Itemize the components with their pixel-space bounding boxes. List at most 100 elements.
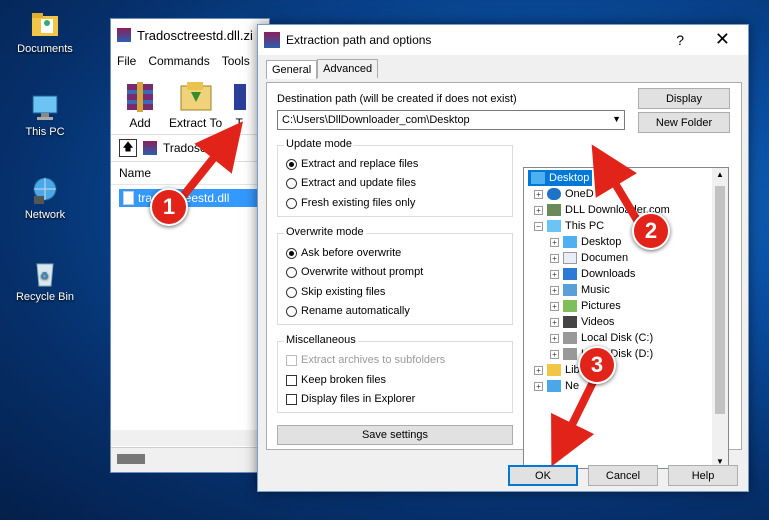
file-row[interactable]: tradosctreestd.dll xyxy=(119,189,263,207)
radio-extract-update[interactable]: Extract and update files xyxy=(286,177,416,189)
radio-fresh-existing[interactable]: Fresh existing files only xyxy=(286,197,415,209)
desktop-icon-documents[interactable]: Documents xyxy=(10,10,80,55)
overwrite-mode-group: Overwrite mode Ask before overwrite Over… xyxy=(277,226,513,325)
destination-label: Destination path (will be created if doe… xyxy=(277,93,517,105)
tree-node-videos[interactable]: + Videos xyxy=(550,314,614,330)
winrar-toolbar: Add Extract To T xyxy=(111,71,269,135)
menu-commands[interactable]: Commands xyxy=(142,54,215,68)
tree-node-label: Ne xyxy=(565,380,580,392)
expand-icon[interactable]: + xyxy=(550,253,559,263)
cancel-button[interactable]: Cancel xyxy=(588,465,658,486)
step-1-badge: 1 xyxy=(150,188,188,226)
expand-icon[interactable]: + xyxy=(550,349,559,359)
tab-general[interactable]: General xyxy=(266,60,318,79)
checkbox[interactable] xyxy=(286,374,297,386)
new-folder-button[interactable]: New Folder xyxy=(638,112,730,133)
checkbox[interactable] xyxy=(286,393,297,405)
misc-title: Miscellaneous xyxy=(284,334,358,346)
desktop-icon-this-pc[interactable]: This PC xyxy=(10,93,80,138)
tree-vertical-scrollbar[interactable]: ▲ ▼ xyxy=(712,168,728,468)
expand-icon[interactable]: + xyxy=(550,237,559,247)
check-display-explorer[interactable]: Display files in Explorer xyxy=(286,393,415,405)
display-button[interactable]: Display xyxy=(638,88,730,109)
winrar-title: Tradosctreestd.dll.zi xyxy=(137,27,253,43)
desktop-icon-network[interactable]: Network xyxy=(10,176,80,221)
option-label: Extract and replace files xyxy=(301,158,419,170)
option-label: Extract archives to subfolders xyxy=(301,354,446,366)
radio-extract-replace[interactable]: Extract and replace files xyxy=(286,158,418,170)
expand-icon[interactable]: + xyxy=(534,189,543,199)
tree-node-this-pc[interactable]: − This PC xyxy=(534,218,604,234)
overwrite-mode-title: Overwrite mode xyxy=(284,226,366,238)
radio-button[interactable] xyxy=(286,177,297,189)
save-settings-button[interactable]: Save settings xyxy=(277,425,513,445)
up-folder-icon[interactable]: 🡅 xyxy=(119,139,137,157)
tree-node-local-disk-c[interactable]: + Local Disk (C:) xyxy=(550,330,653,346)
radio-button[interactable] xyxy=(286,286,297,298)
radio-button[interactable] xyxy=(286,266,297,278)
tree-node-pc-desktop[interactable]: + Desktop xyxy=(550,234,621,250)
scroll-up-icon[interactable]: ▲ xyxy=(716,170,724,179)
radio-skip-existing[interactable]: Skip existing files xyxy=(286,286,385,298)
desktop-icon-recycle-bin[interactable]: ♻ Recycle Bin xyxy=(10,258,80,303)
extract-to-icon xyxy=(177,78,215,114)
tree-node-label: Local Disk (C:) xyxy=(581,332,654,344)
expand-icon[interactable]: + xyxy=(550,301,559,311)
libraries-icon xyxy=(547,364,561,376)
expand-icon[interactable]: + xyxy=(550,333,559,343)
tree-node-network[interactable]: + Ne xyxy=(534,378,579,394)
desktop-folder-icon xyxy=(563,236,577,248)
pictures-icon xyxy=(563,300,577,312)
expand-icon[interactable]: + xyxy=(550,317,559,327)
tree-node-label: Music xyxy=(581,284,610,296)
horizontal-scrollbar[interactable] xyxy=(111,430,269,446)
menu-file[interactable]: File xyxy=(111,54,142,68)
tree-node-documents[interactable]: + Documen xyxy=(550,250,628,266)
desktop-icon-label: Recycle Bin xyxy=(15,291,75,303)
radio-ask-before[interactable]: Ask before overwrite xyxy=(286,247,401,259)
film-icon xyxy=(563,316,577,328)
column-header-name[interactable]: Name xyxy=(111,162,269,185)
option-label: Overwrite without prompt xyxy=(301,266,424,278)
expand-icon[interactable]: + xyxy=(534,205,543,215)
chevron-down-icon[interactable]: ▼ xyxy=(612,114,621,124)
step-3-badge: 3 xyxy=(578,346,616,384)
radio-button[interactable] xyxy=(286,247,297,259)
close-icon[interactable]: ✕ xyxy=(715,29,730,50)
check-keep-broken[interactable]: Keep broken files xyxy=(286,374,386,386)
scroll-thumb[interactable] xyxy=(715,186,725,414)
menu-tools[interactable]: Tools xyxy=(216,54,256,68)
option-label: Extract and update files xyxy=(301,177,416,189)
radio-button[interactable] xyxy=(286,305,297,317)
test-button[interactable]: T xyxy=(232,78,247,130)
expand-icon[interactable]: + xyxy=(534,365,543,375)
radio-rename-auto[interactable]: Rename automatically xyxy=(286,305,410,317)
tree-node-onedrive[interactable]: + OneD xyxy=(534,186,594,202)
folder-tree[interactable]: Desktop + OneD + DLL Downloader.com − This … xyxy=(523,167,729,469)
ok-button[interactable]: OK xyxy=(508,465,578,486)
collapse-icon[interactable]: − xyxy=(534,221,543,231)
extract-to-button[interactable]: Extract To xyxy=(169,78,222,130)
extract-to-label: Extract To xyxy=(169,116,223,130)
tree-node-music[interactable]: + Music xyxy=(550,282,610,298)
tree-node-desktop[interactable]: Desktop xyxy=(528,170,593,186)
tree-node-downloads[interactable]: + Downloads xyxy=(550,266,635,282)
radio-overwrite-no-prompt[interactable]: Overwrite without prompt xyxy=(286,266,423,278)
destination-path-combo[interactable]: C:\Users\DllDownloader_com\Desktop ▼ xyxy=(277,110,625,130)
radio-button[interactable] xyxy=(286,158,297,170)
extraction-dialog: Extraction path and options ? ✕ General … xyxy=(257,24,749,492)
address-text[interactable]: Tradosctr xyxy=(163,141,213,155)
help-icon[interactable]: ? xyxy=(676,32,684,48)
tree-node-pictures[interactable]: + Pictures xyxy=(550,298,621,314)
help-button[interactable]: Help xyxy=(668,465,738,486)
recycle-bin-icon: ♻ xyxy=(28,258,62,288)
tree-node-label: Documen xyxy=(581,252,629,264)
radio-button[interactable] xyxy=(286,197,297,209)
expand-icon[interactable]: + xyxy=(550,285,559,295)
tab-advanced[interactable]: Advanced xyxy=(317,59,379,78)
add-button[interactable]: Add xyxy=(121,78,159,130)
update-mode-group: Update mode Extract and replace files Ex… xyxy=(277,138,513,217)
expand-icon[interactable]: + xyxy=(534,381,543,391)
desktop-icon-label: Network xyxy=(24,209,66,221)
expand-icon[interactable]: + xyxy=(550,269,559,279)
